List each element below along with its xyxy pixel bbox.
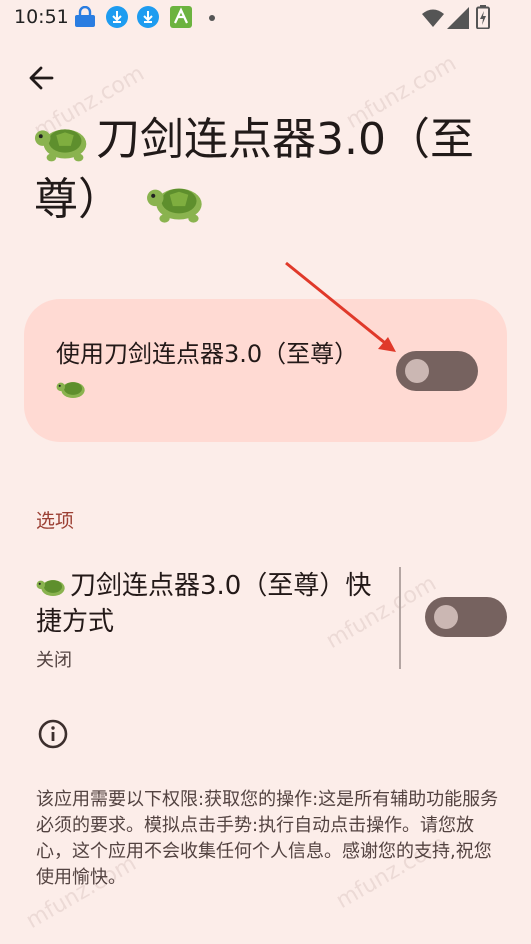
- battery-icon: [476, 5, 490, 29]
- permission-description: 该应用需要以下权限:获取您的操作:这是所有辅助功能服务必须的要求。模拟点击手势:…: [36, 789, 499, 888]
- page-title-text: 刀剑连点器3.0（至尊）: [34, 114, 474, 225]
- shortcut-title-text: 刀剑连点器3.0（至尊）快捷方式: [36, 571, 372, 637]
- vpn-icon: [75, 6, 95, 27]
- turtle-emoji-icon: [36, 579, 65, 596]
- use-service-switch[interactable]: [396, 351, 478, 391]
- switch-thumb: [405, 359, 429, 383]
- turtle-emoji-icon: [147, 188, 202, 223]
- annotation-arrow-icon: [285, 261, 396, 352]
- download-icon: [106, 6, 128, 28]
- status-time: 10:51: [14, 6, 69, 28]
- status-bar: 10:51: [0, 0, 531, 36]
- accessibility-settings-screen: mfunz.com mfunz.com mfunz.com mfunz.com …: [0, 0, 531, 944]
- arrow-back-icon[interactable]: [24, 60, 60, 96]
- options-section-header: 选项: [36, 510, 75, 532]
- wifi-icon: [422, 9, 444, 27]
- download-icon: [137, 6, 159, 28]
- shortcut-title[interactable]: 刀剑连点器3.0（至尊）快捷方式: [36, 568, 386, 640]
- divider: [399, 567, 401, 669]
- page-title: 刀剑连点器3.0（至尊）: [34, 110, 504, 230]
- signal-icon: [447, 7, 469, 29]
- turtle-emoji-icon: [34, 129, 87, 162]
- turtle-emoji-icon: [56, 382, 85, 399]
- info-icon: [38, 719, 68, 749]
- switch-thumb: [434, 605, 458, 629]
- notification-dot: [209, 15, 215, 21]
- app-icon: [170, 6, 192, 28]
- shortcut-switch[interactable]: [425, 597, 507, 637]
- shortcut-summary: 关闭: [36, 650, 72, 671]
